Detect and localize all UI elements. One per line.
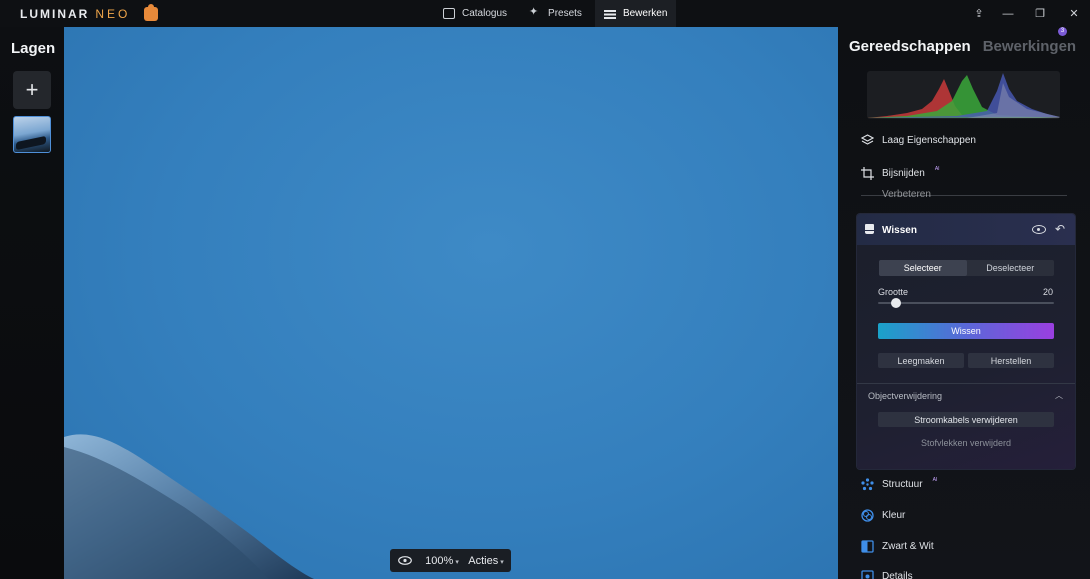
- preview-toggle[interactable]: [390, 556, 420, 565]
- folder-icon: [443, 8, 455, 19]
- tool-crop-label: Bijsnijden: [882, 167, 925, 179]
- title-bar: LUMINAR NEO Catalogus Presets Bewerken ⇪…: [0, 0, 1090, 27]
- chevron-down-icon: ▾: [500, 558, 504, 566]
- tool-enhance-label: Verbeteren: [882, 189, 931, 199]
- share-icon[interactable]: ⇪: [964, 0, 994, 27]
- tool-layer-properties[interactable]: Laag Eigenschappen: [861, 130, 976, 150]
- size-label: Grootte: [878, 287, 909, 297]
- reset-undo-icon[interactable]: ↶: [1055, 222, 1065, 236]
- tool-black-white-label: Zwart & Wit: [882, 540, 934, 552]
- dust-removed-status: Stofvlekken verwijderd: [920, 438, 1012, 448]
- erase-button[interactable]: Wissen: [878, 323, 1054, 339]
- tab-bewerken[interactable]: Bewerken: [594, 0, 677, 27]
- layer-thumbnail[interactable]: [13, 116, 51, 153]
- tab-gereedschappen[interactable]: Gereedschappen: [849, 38, 971, 55]
- ai-badge: AI: [934, 166, 940, 172]
- select-button[interactable]: Selecteer: [879, 260, 967, 276]
- divider: [857, 383, 1075, 384]
- details-icon: [861, 569, 874, 579]
- crop-icon: [861, 166, 874, 180]
- actions-dropdown[interactable]: Acties ▾: [464, 555, 508, 567]
- main-nav: Catalogus Presets Bewerken: [434, 0, 677, 27]
- size-slider[interactable]: [878, 298, 1054, 308]
- selection-mode-toggle: Selecteer Deselecteer: [879, 260, 1054, 276]
- presets-icon: [529, 5, 541, 19]
- color-icon: [861, 508, 874, 522]
- tool-color[interactable]: Kleur: [861, 505, 905, 525]
- erase-tool-card: Wissen ↶ Selecteer Deselecteer Grootte 2…: [857, 214, 1075, 469]
- erase-tool-title: Wissen: [882, 225, 917, 236]
- logo-main: LUMINAR: [20, 7, 90, 21]
- object-removal-label: Objectverwijdering: [868, 391, 943, 401]
- tool-details-label: Details: [882, 570, 913, 579]
- black-white-icon: [861, 539, 874, 553]
- chevron-down-icon: ▾: [455, 558, 459, 566]
- tool-layer-properties-label: Laag Eigenschappen: [882, 134, 976, 146]
- add-layer-button[interactable]: +: [13, 71, 51, 109]
- ai-badge: AI: [932, 477, 938, 483]
- eraser-icon: [865, 224, 874, 234]
- sliders-icon: [603, 8, 616, 19]
- canvas-toolbar: 100% ▾ Acties ▾: [390, 549, 511, 572]
- tool-details[interactable]: Details: [861, 566, 913, 579]
- enhance-icon: [861, 189, 874, 199]
- layers-icon: [861, 133, 874, 145]
- tool-enhance[interactable]: Verbeteren: [861, 189, 931, 199]
- tools-panel: Gereedschappen Bewerkingen 3 Laag Eigens…: [838, 27, 1090, 579]
- tab-bewerken-label: Bewerken: [622, 8, 668, 19]
- histogram: [867, 71, 1060, 119]
- zoom-value: 100%: [425, 554, 454, 567]
- tab-presets[interactable]: Presets: [520, 0, 591, 27]
- logo-sub: NEO: [95, 7, 131, 21]
- tab-bewerkingen[interactable]: Bewerkingen: [983, 38, 1076, 55]
- tool-structure[interactable]: Structuur AI: [861, 474, 937, 494]
- eye-icon: [398, 556, 412, 565]
- tool-structure-label: Structuur: [882, 478, 923, 490]
- chevron-up-icon[interactable]: ︿: [1055, 390, 1063, 401]
- size-value: 20: [1043, 287, 1054, 297]
- rock-slope-image: [64, 434, 314, 579]
- zoom-dropdown[interactable]: 100% ▾: [420, 555, 464, 567]
- image-canvas[interactable]: [64, 27, 838, 579]
- restore-mask-button[interactable]: Herstellen: [968, 353, 1054, 368]
- clear-button[interactable]: Leegmaken: [878, 353, 964, 368]
- panel-tabs: Gereedschappen Bewerkingen: [849, 38, 1076, 55]
- tab-catalogus[interactable]: Catalogus: [434, 0, 516, 27]
- layers-title: Lagen: [11, 40, 56, 57]
- tab-presets-label: Presets: [548, 8, 582, 19]
- restore-button[interactable]: ❐: [1025, 0, 1055, 27]
- app-logo: LUMINAR NEO: [20, 4, 159, 21]
- tool-color-label: Kleur: [882, 509, 906, 521]
- extensions-icon[interactable]: [144, 4, 159, 21]
- remove-powerlines-button[interactable]: Stroomkabels verwijderen: [878, 412, 1054, 427]
- edits-count-badge: 3: [1058, 27, 1067, 36]
- size-slider-handle[interactable]: [891, 298, 902, 308]
- visibility-eye-icon[interactable]: [1032, 225, 1046, 234]
- actions-label: Acties: [468, 554, 499, 567]
- deselect-button[interactable]: Deselecteer: [967, 260, 1055, 276]
- tool-crop[interactable]: Bijsnijden AI: [861, 163, 940, 183]
- layers-panel: Lagen +: [0, 27, 64, 579]
- tab-catalogus-label: Catalogus: [462, 8, 508, 19]
- minimize-button[interactable]: —: [993, 0, 1023, 27]
- structure-icon: [861, 477, 874, 490]
- tool-black-white[interactable]: Zwart & Wit: [861, 536, 934, 556]
- histogram-graph: [867, 73, 1060, 118]
- close-button[interactable]: ✕: [1059, 0, 1089, 27]
